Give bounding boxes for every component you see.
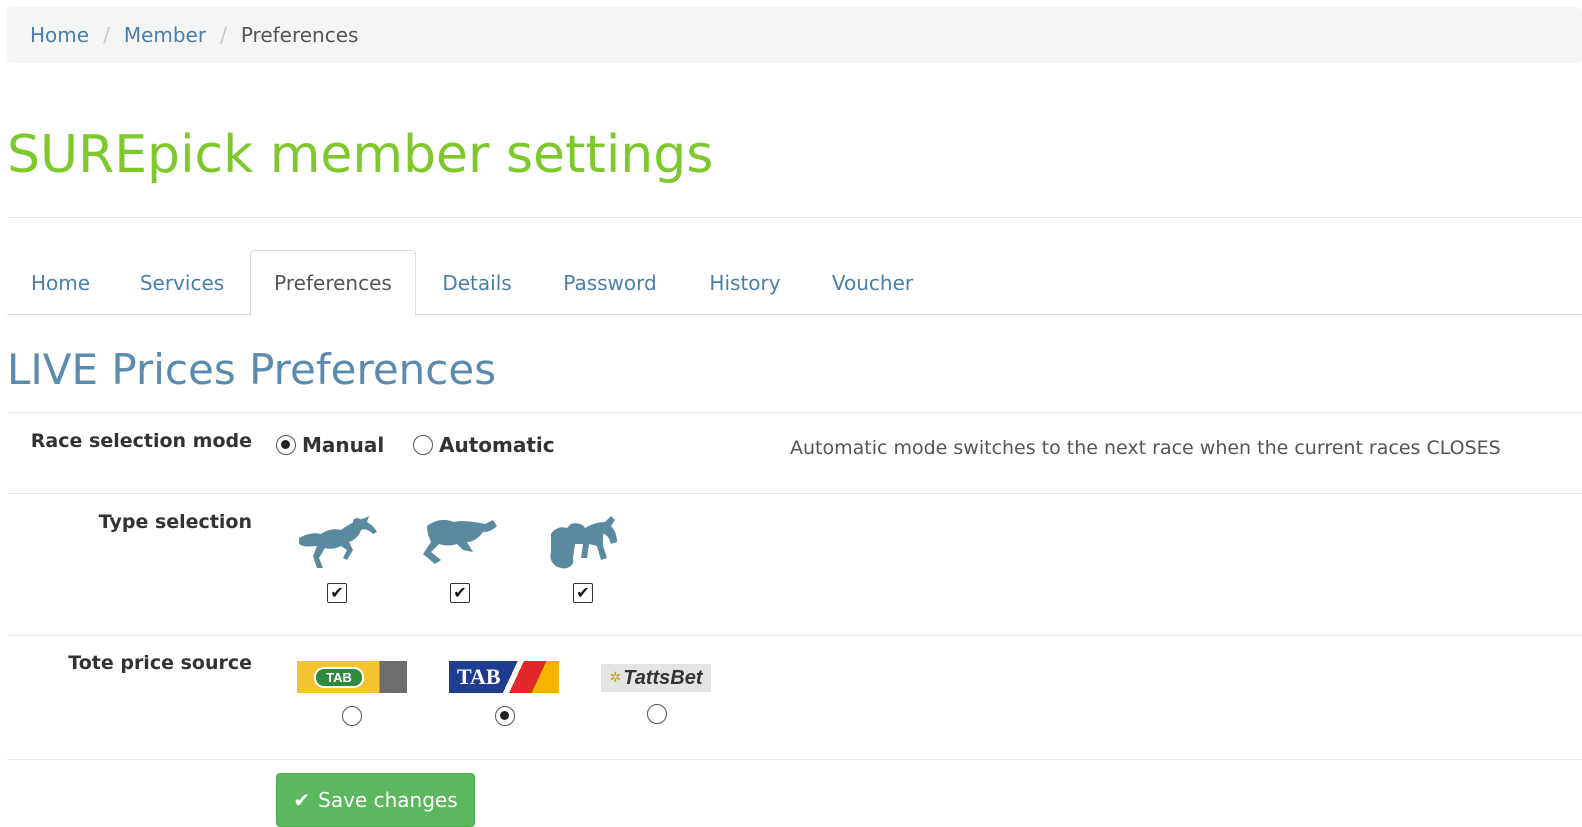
divider: [7, 217, 1582, 218]
tab-green-radio[interactable]: [342, 706, 362, 726]
tab-preferences[interactable]: Preferences: [250, 250, 416, 316]
section-title: LIVE Prices Preferences: [7, 345, 497, 394]
greyhound-icon: [423, 519, 497, 564]
tab-blue-logo-text: TAB: [457, 664, 501, 689]
tattsbet-logo-text: TattsBet: [623, 666, 703, 689]
type-selection-label: Type selection: [98, 511, 252, 533]
breadcrumb-member-link[interactable]: Member: [124, 23, 206, 47]
divider: [7, 635, 1582, 636]
tattsbet-logo[interactable]: ✲ TattsBet: [601, 664, 711, 692]
manual-mode-option[interactable]: Manual: [276, 433, 384, 457]
divider: [7, 412, 1582, 413]
divider: [7, 759, 1582, 760]
save-changes-button[interactable]: ✔ Save changes: [276, 773, 475, 827]
thoroughbred-checkbox[interactable]: ✔: [327, 583, 347, 603]
tattsbet-radio[interactable]: [647, 704, 667, 724]
tab-details[interactable]: Details: [422, 250, 532, 315]
automatic-mode-hint: Automatic mode switches to the next race…: [790, 437, 1501, 459]
check-icon: ✔: [293, 788, 311, 812]
automatic-radio[interactable]: [413, 435, 433, 455]
tab-green-logo[interactable]: TAB: [297, 661, 407, 693]
tab-blue-radio[interactable]: [495, 706, 515, 726]
breadcrumb-separator: /: [220, 23, 227, 47]
tab-password[interactable]: Password: [537, 250, 683, 315]
page-title: SUREpick member settings: [7, 125, 714, 185]
tab-blue-logo[interactable]: TAB: [449, 661, 559, 693]
harness-checkbox[interactable]: ✔: [573, 583, 593, 603]
tab-services[interactable]: Services: [120, 250, 244, 315]
settings-tabs: Home Services Preferences Details Passwo…: [7, 250, 1582, 316]
tab-green-logo-text: TAB: [314, 666, 364, 688]
manual-radio[interactable]: [276, 435, 296, 455]
divider: [7, 493, 1582, 494]
manual-label: Manual: [302, 433, 385, 457]
tab-history[interactable]: History: [688, 250, 802, 315]
breadcrumb-separator: /: [103, 23, 110, 47]
greyhound-checkbox[interactable]: ✔: [450, 583, 470, 603]
automatic-label: Automatic: [439, 433, 555, 457]
tattsbet-swirl-icon: ✲: [609, 670, 622, 686]
thoroughbred-horse-icon: [299, 516, 377, 568]
automatic-mode-option[interactable]: Automatic: [413, 433, 555, 457]
breadcrumb: Home / Member / Preferences: [7, 7, 1582, 63]
save-changes-label: Save changes: [318, 788, 458, 812]
breadcrumb-home-link[interactable]: Home: [30, 23, 89, 47]
tote-price-source-label: Tote price source: [68, 652, 252, 674]
page: Home / Member / Preferences SUREpick mem…: [0, 0, 1582, 827]
breadcrumb-current: Preferences: [240, 23, 359, 47]
race-selection-mode-label: Race selection mode: [30, 430, 252, 452]
harness-trotter-icon: [550, 516, 617, 569]
tab-voucher[interactable]: Voucher: [807, 250, 938, 315]
tab-home[interactable]: Home: [7, 250, 114, 315]
